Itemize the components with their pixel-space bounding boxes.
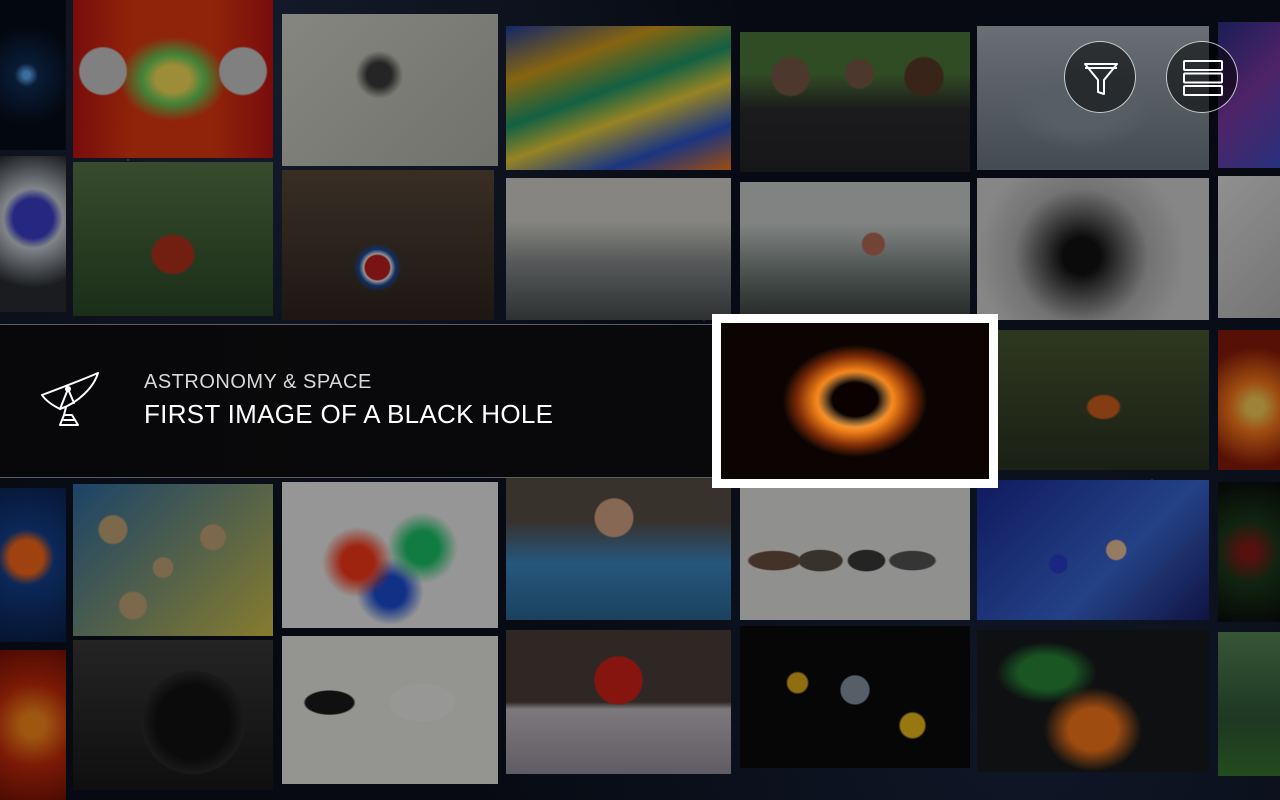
tile-glove-device[interactable]: [0, 156, 66, 312]
featured-banner[interactable]: ASTRONOMY & SPACE FIRST IMAGE OF A BLACK…: [0, 324, 712, 478]
featured-title: FIRST IMAGE OF A BLACK HOLE: [144, 399, 554, 429]
tile-lab-researcher[interactable]: [740, 182, 970, 320]
tile-crystal-micrograph[interactable]: [506, 26, 731, 170]
tile-child-building[interactable]: [506, 478, 731, 620]
tile-white-sculpture[interactable]: [1218, 176, 1280, 318]
tile-robot-bug[interactable]: [506, 630, 731, 774]
tile-cosplay[interactable]: [282, 170, 494, 320]
tile-landscape[interactable]: [1218, 632, 1280, 776]
list-menu-icon: [1183, 60, 1223, 96]
tile-fire[interactable]: [1218, 330, 1280, 470]
tile-lab-spheres[interactable]: [73, 0, 273, 158]
tile-scigirls[interactable]: [740, 32, 970, 172]
tile-borehole[interactable]: [977, 178, 1209, 320]
funnel-icon: [1084, 63, 1118, 95]
tile-3d-lattice[interactable]: [282, 14, 498, 166]
tile-device[interactable]: [73, 640, 273, 790]
tile-red-green[interactable]: [1218, 482, 1280, 622]
tile-orange-sphere[interactable]: [0, 488, 66, 642]
tile-neuron[interactable]: [740, 626, 970, 768]
tile-molecule[interactable]: [977, 480, 1209, 620]
tile-arrowheads[interactable]: [740, 488, 970, 620]
tile-blue-sparkle[interactable]: [0, 0, 66, 150]
image-wall: ASTRONOMY & SPACE FIRST IMAGE OF A BLACK…: [0, 0, 1280, 800]
featured-category: ASTRONOMY & SPACE: [144, 371, 372, 393]
filter-button[interactable]: [1064, 41, 1136, 113]
black-hole-image: [721, 323, 989, 479]
tile-phone-pig[interactable]: [282, 636, 498, 784]
tile-newt[interactable]: [998, 330, 1209, 470]
tile-lava[interactable]: [0, 650, 66, 800]
featured-image-frame[interactable]: [712, 314, 998, 488]
tile-frog[interactable]: [73, 162, 273, 316]
tile-lab-student[interactable]: [506, 178, 731, 320]
tile-seeds[interactable]: [73, 484, 273, 636]
tile-math-art[interactable]: [282, 482, 498, 628]
menu-button[interactable]: [1166, 41, 1238, 113]
satellite-dish-icon: [38, 369, 102, 429]
tile-graphene[interactable]: [977, 630, 1209, 772]
